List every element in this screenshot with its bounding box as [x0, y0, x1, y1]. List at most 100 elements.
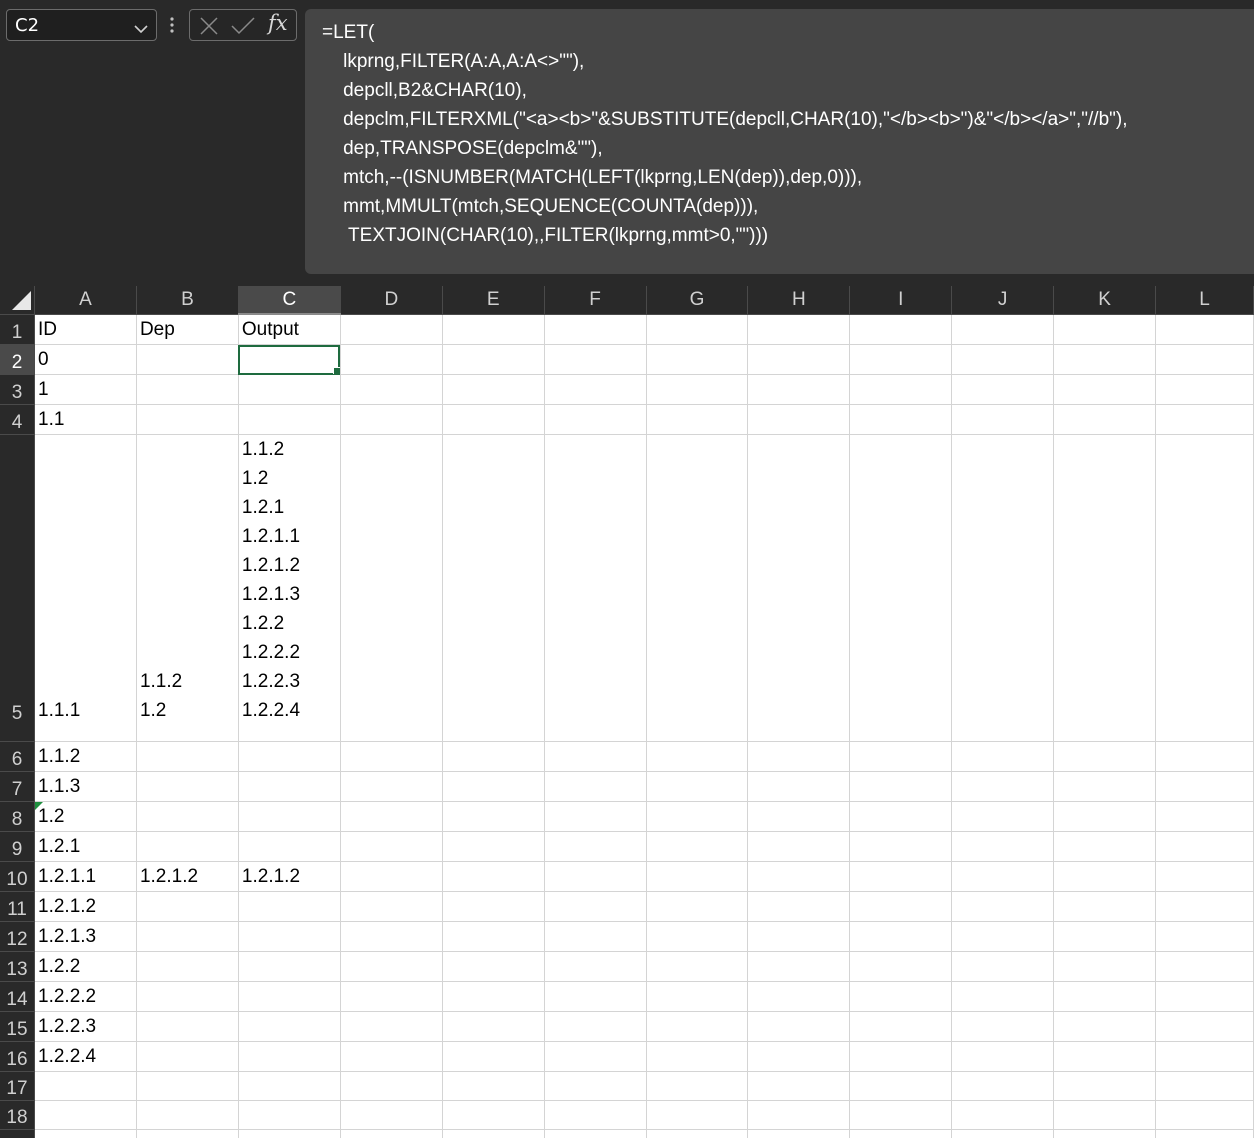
cell[interactable] — [951, 374, 1055, 405]
cell[interactable] — [951, 1071, 1055, 1101]
cell-a5[interactable]: 1.1.1 — [34, 434, 137, 742]
row-header[interactable]: 17 — [0, 1071, 35, 1101]
cell[interactable] — [34, 1071, 137, 1101]
cell-a12[interactable]: 1.2.1.3 — [34, 921, 137, 952]
cell[interactable] — [747, 891, 851, 922]
cell[interactable] — [340, 314, 443, 345]
active-cell-c2[interactable] — [238, 344, 341, 375]
cell-c7[interactable] — [238, 771, 341, 802]
chevron-down-icon[interactable] — [134, 19, 148, 38]
cell-a10[interactable]: 1.2.1.1 — [34, 861, 137, 892]
cell[interactable] — [747, 831, 851, 862]
cell[interactable] — [442, 1071, 545, 1101]
cell[interactable] — [747, 344, 851, 375]
cell[interactable] — [849, 1071, 953, 1101]
error-indicator-icon[interactable] — [35, 802, 43, 810]
cell[interactable] — [1053, 951, 1156, 982]
cell[interactable] — [646, 981, 749, 1012]
cell[interactable] — [136, 1100, 239, 1130]
cell[interactable] — [544, 1041, 647, 1072]
cell[interactable] — [442, 771, 545, 802]
cell[interactable] — [34, 1129, 137, 1138]
cell[interactable] — [442, 404, 545, 435]
cell[interactable] — [544, 741, 647, 772]
column-header-d[interactable]: D — [340, 286, 443, 315]
cell[interactable] — [849, 1041, 953, 1072]
cell-c12[interactable] — [238, 921, 341, 952]
cell[interactable] — [1053, 831, 1156, 862]
cell-b1[interactable]: Dep — [136, 314, 239, 345]
cell[interactable] — [747, 741, 851, 772]
cell-a15[interactable]: 1.2.2.3 — [34, 1011, 137, 1042]
cell[interactable] — [442, 314, 545, 345]
cell[interactable] — [646, 374, 749, 405]
cell[interactable] — [340, 921, 443, 952]
row-header[interactable]: 18 — [0, 1100, 35, 1130]
cell[interactable] — [951, 741, 1055, 772]
cell[interactable] — [747, 1129, 851, 1138]
cell-a4[interactable]: 1.1 — [34, 404, 137, 435]
row-header[interactable]: 19 — [0, 1129, 35, 1138]
column-header-j[interactable]: J — [951, 286, 1055, 315]
name-box[interactable]: C2 — [6, 9, 157, 41]
cell[interactable] — [849, 404, 953, 435]
cell[interactable] — [951, 981, 1055, 1012]
cell-a11[interactable]: 1.2.1.2 — [34, 891, 137, 922]
cell[interactable] — [544, 861, 647, 892]
cell[interactable] — [442, 1011, 545, 1042]
cell[interactable] — [951, 1041, 1055, 1072]
cell-c1[interactable]: Output — [238, 314, 341, 345]
cell[interactable] — [1155, 861, 1254, 892]
cell[interactable] — [747, 1011, 851, 1042]
cell[interactable] — [747, 434, 851, 742]
cell[interactable] — [442, 741, 545, 772]
cell[interactable] — [442, 861, 545, 892]
cell[interactable] — [951, 861, 1055, 892]
checkmark-icon[interactable] — [230, 16, 256, 40]
cell[interactable] — [340, 434, 443, 742]
cell[interactable] — [544, 831, 647, 862]
cell[interactable] — [646, 801, 749, 832]
cell[interactable] — [340, 404, 443, 435]
cell-b8[interactable] — [136, 801, 239, 832]
cell-c10[interactable]: 1.2.1.2 — [238, 861, 341, 892]
cell[interactable] — [238, 1100, 341, 1130]
cell[interactable] — [747, 801, 851, 832]
cell[interactable] — [1155, 831, 1254, 862]
row-header[interactable]: 16 — [0, 1041, 35, 1072]
cell[interactable] — [340, 861, 443, 892]
cell[interactable] — [646, 951, 749, 982]
cell[interactable] — [951, 1129, 1055, 1138]
cell-a3[interactable]: 1 — [34, 374, 137, 405]
cell[interactable] — [747, 314, 851, 345]
row-header[interactable]: 1 — [0, 314, 35, 345]
vertical-dots-icon[interactable] — [170, 14, 174, 36]
cell[interactable] — [646, 1011, 749, 1042]
column-header-e[interactable]: E — [442, 286, 545, 315]
cell[interactable] — [442, 921, 545, 952]
cell[interactable] — [442, 434, 545, 742]
cell[interactable] — [1155, 921, 1254, 952]
cell[interactable] — [646, 741, 749, 772]
cell-c13[interactable] — [238, 951, 341, 982]
cell-c15[interactable] — [238, 1011, 341, 1042]
cell-b9[interactable] — [136, 831, 239, 862]
cell[interactable] — [136, 1071, 239, 1101]
cell[interactable] — [340, 344, 443, 375]
cell[interactable] — [1053, 741, 1156, 772]
cell[interactable] — [951, 314, 1055, 345]
cell-b11[interactable] — [136, 891, 239, 922]
column-header-f[interactable]: F — [544, 286, 647, 315]
cell-b12[interactable] — [136, 921, 239, 952]
row-header[interactable]: 14 — [0, 981, 35, 1012]
cell-a14[interactable]: 1.2.2.2 — [34, 981, 137, 1012]
cell[interactable] — [646, 861, 749, 892]
cell[interactable] — [747, 404, 851, 435]
cell[interactable] — [646, 404, 749, 435]
cell[interactable] — [544, 1071, 647, 1101]
row-header[interactable]: 2 — [0, 344, 35, 375]
select-all-button[interactable] — [0, 286, 35, 315]
cell[interactable] — [1155, 801, 1254, 832]
cell-c11[interactable] — [238, 891, 341, 922]
cell[interactable] — [544, 801, 647, 832]
